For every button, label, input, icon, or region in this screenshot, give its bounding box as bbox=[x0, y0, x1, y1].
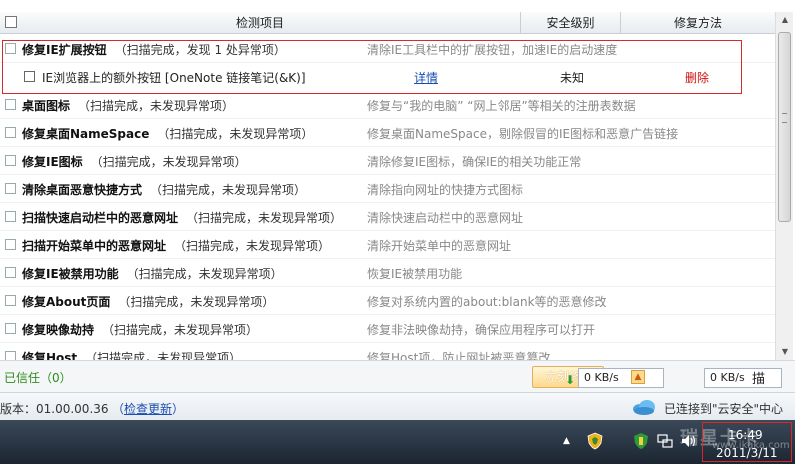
security-level: 未知 bbox=[560, 71, 585, 85]
col-header-fix[interactable]: 修复方法 bbox=[620, 12, 775, 34]
item-checkbox[interactable] bbox=[5, 351, 16, 360]
col-header-item[interactable]: 检测项目 bbox=[0, 12, 520, 34]
item-status: （扫描完成，未发现异常项） bbox=[174, 239, 331, 253]
item-checkbox[interactable] bbox=[5, 183, 16, 194]
scrollbar-thumb[interactable] bbox=[778, 32, 791, 222]
item-status: （扫描完成，未发现异常项） bbox=[90, 155, 247, 169]
scan-item-list: 修复IE扩展按钮 （扫描完成，发现 1 处异常项） 清除IE工具栏中的扩展按钮，加… bbox=[0, 35, 775, 360]
list-item[interactable]: 修复IE扩展按钮 （扫描完成，发现 1 处异常项） 清除IE工具栏中的扩展按钮，加… bbox=[0, 35, 775, 63]
item-status: （扫描完成，未发现异常项） bbox=[85, 351, 242, 360]
item-name: 修复IE被禁用功能 （扫描完成，未发现异常项） bbox=[22, 267, 283, 281]
item-status: （扫描完成，未发现异常项） bbox=[157, 127, 314, 141]
taskbar: ▲ 16:49 2011/3/11 bbox=[0, 420, 795, 464]
item-checkbox[interactable] bbox=[5, 127, 16, 138]
status-bar: 版本：01.00.00.36 （检查更新） 已连接到"云安全"中心 bbox=[0, 392, 795, 420]
item-checkbox[interactable] bbox=[5, 267, 16, 278]
cloud-icon bbox=[633, 400, 655, 415]
network-icon[interactable] bbox=[656, 432, 674, 450]
security-center-icon[interactable] bbox=[632, 432, 650, 450]
list-item[interactable]: 修复About页面 （扫描完成，未发现异常项） 修复对系统内置的about:bla… bbox=[0, 287, 775, 315]
item-description: 清除开始菜单中的恶意网址 bbox=[367, 239, 512, 253]
item-status: （扫描完成，未发现异常项） bbox=[118, 295, 275, 309]
item-name: 扫描快速启动栏中的恶意网址 （扫描完成，未发现异常项） bbox=[22, 211, 343, 225]
list-item[interactable]: 修复桌面NameSpace （扫描完成，未发现异常项） 修复桌面NameSpace… bbox=[0, 119, 775, 147]
item-checkbox[interactable] bbox=[5, 239, 16, 250]
item-checkbox[interactable] bbox=[5, 99, 16, 110]
item-name: 扫描开始菜单中的恶意网址 （扫描完成，未发现异常项） bbox=[22, 239, 331, 253]
download-arrow-icon: ⬇ bbox=[565, 373, 576, 387]
item-checkbox[interactable] bbox=[5, 295, 16, 306]
item-status: （扫描完成，发现 1 处异常项） bbox=[114, 43, 286, 57]
list-item[interactable]: 修复映像劫持 （扫描完成，未发现异常项） 修复非法映像劫持，确保应用程序可以打开 bbox=[0, 315, 775, 343]
repair-window: 检测项目 安全级别 修复方法 修复IE扩展按钮 （扫描完成，发现 1 处异常项） … bbox=[0, 0, 795, 420]
item-description: 清除IE工具栏中的扩展按钮，加速IE的启动速度 bbox=[367, 43, 618, 57]
item-name: 桌面图标 （扫描完成，未发现异常项） bbox=[22, 99, 235, 113]
date-highlight-box bbox=[702, 422, 792, 462]
item-description: 清除修复IE图标，确保IE的相关功能正常 bbox=[367, 155, 582, 169]
col-header-level[interactable]: 安全级别 bbox=[520, 12, 620, 34]
list-item[interactable]: 清除桌面恶意快捷方式 （扫描完成，未发现异常项） 清除指向网址的快捷方式图标 bbox=[0, 175, 775, 203]
list-item[interactable]: 修复Host （扫描完成，未发现异常项） 修复Host项，防止网址被恶意篡改 bbox=[0, 343, 775, 360]
item-status: （扫描完成，未发现异常项） bbox=[126, 267, 283, 281]
item-description: 修复对系统内置的about:blank等的恶意修改 bbox=[367, 295, 607, 309]
grip-icon bbox=[782, 113, 787, 123]
upload-arrow-icon: ▲ bbox=[631, 370, 645, 384]
scan-button[interactable]: 描 bbox=[752, 368, 765, 387]
item-checkbox[interactable] bbox=[5, 155, 16, 166]
cloud-status: 已连接到"云安全"中心 bbox=[664, 402, 784, 416]
list-item[interactable]: 扫描快速启动栏中的恶意网址 （扫描完成，未发现异常项） 清除快速启动栏中的恶意网址 bbox=[0, 203, 775, 231]
delete-link[interactable]: 删除 bbox=[685, 69, 709, 86]
item-name: 修复IE扩展按钮 （扫描完成，发现 1 处异常项） bbox=[22, 43, 286, 57]
item-status: （扫描完成，未发现异常项） bbox=[186, 211, 343, 225]
item-name: 清除桌面恶意快捷方式 （扫描完成，未发现异常项） bbox=[22, 183, 307, 197]
item-name: 修复About页面 （扫描完成，未发现异常项） bbox=[22, 295, 275, 309]
item-description: 修复Host项，防止网址被恶意篡改 bbox=[367, 351, 551, 360]
vertical-scrollbar[interactable]: ▲ ▼ bbox=[775, 12, 793, 360]
version-label: 版本：01.00.00.36 bbox=[0, 402, 109, 416]
sub-item-row[interactable]: IE浏览器上的额外按钮 [OneNote 链接笔记(&K)] 详情 未知 删除 bbox=[0, 63, 775, 91]
item-description: 修复桌面NameSpace，剔除假冒的IE图标和恶意广告链接 bbox=[367, 127, 679, 141]
item-description: 恢复IE被禁用功能 bbox=[367, 267, 463, 281]
item-description: 修复与“我的电脑” “网上邻居”等相关的注册表数据 bbox=[367, 99, 636, 113]
list-item[interactable]: 修复IE被禁用功能 （扫描完成，未发现异常项） 恢复IE被禁用功能 bbox=[0, 259, 775, 287]
item-description: 清除快速启动栏中的恶意网址 bbox=[367, 211, 524, 225]
item-checkbox[interactable] bbox=[5, 43, 16, 54]
item-checkbox[interactable] bbox=[5, 211, 16, 222]
scroll-up-icon[interactable]: ▲ bbox=[776, 12, 794, 28]
sub-item-name: IE浏览器上的额外按钮 [OneNote 链接笔记(&K)] bbox=[42, 71, 306, 85]
download-speed-value: 0 KB/s bbox=[584, 371, 619, 384]
item-name: 修复映像劫持 （扫描完成，未发现异常项） bbox=[22, 323, 259, 337]
item-description: 清除指向网址的快捷方式图标 bbox=[367, 183, 524, 197]
detail-link[interactable]: 详情 bbox=[414, 69, 438, 86]
check-update-link[interactable]: （检查更新） bbox=[112, 400, 184, 417]
action-bar: 已信任（0） 立刻修 ⬇ 0 KB/s ▲ 0 KB/s 描 bbox=[0, 360, 795, 392]
upload-speed: 0 KB/s bbox=[704, 368, 782, 388]
list-header: 检测项目 安全级别 修复方法 bbox=[0, 12, 775, 34]
item-name: 修复桌面NameSpace （扫描完成，未发现异常项） bbox=[22, 127, 314, 141]
item-description: 修复非法映像劫持，确保应用程序可以打开 bbox=[367, 323, 596, 337]
trusted-count[interactable]: 已信任（0） bbox=[4, 369, 72, 386]
list-item[interactable]: 桌面图标 （扫描完成，未发现异常项） 修复与“我的电脑” “网上邻居”等相关的注册… bbox=[0, 91, 775, 119]
download-speed: ⬇ 0 KB/s ▲ bbox=[565, 368, 664, 388]
upload-speed-value: 0 KB/s bbox=[710, 371, 745, 384]
list-item[interactable]: 扫描开始菜单中的恶意网址 （扫描完成，未发现异常项） 清除开始菜单中的恶意网址 bbox=[0, 231, 775, 259]
item-name: 修复IE图标 （扫描完成，未发现异常项） bbox=[22, 155, 247, 169]
scroll-down-icon[interactable]: ▼ bbox=[776, 344, 794, 360]
sub-item-checkbox[interactable] bbox=[24, 71, 35, 82]
tray-expand-icon[interactable]: ▲ bbox=[563, 436, 570, 446]
item-status: （扫描完成，未发现异常项） bbox=[150, 183, 307, 197]
list-item[interactable]: 修复IE图标 （扫描完成，未发现异常项） 清除修复IE图标，确保IE的相关功能正常 bbox=[0, 147, 775, 175]
item-status: （扫描完成，未发现异常项） bbox=[102, 323, 259, 337]
item-name: 修复Host （扫描完成，未发现异常项） bbox=[22, 349, 241, 360]
shield-icon[interactable] bbox=[586, 432, 604, 450]
item-status: （扫描完成，未发现异常项） bbox=[78, 99, 235, 113]
check-update-label[interactable]: 检查更新 bbox=[124, 402, 172, 416]
item-checkbox[interactable] bbox=[5, 323, 16, 334]
